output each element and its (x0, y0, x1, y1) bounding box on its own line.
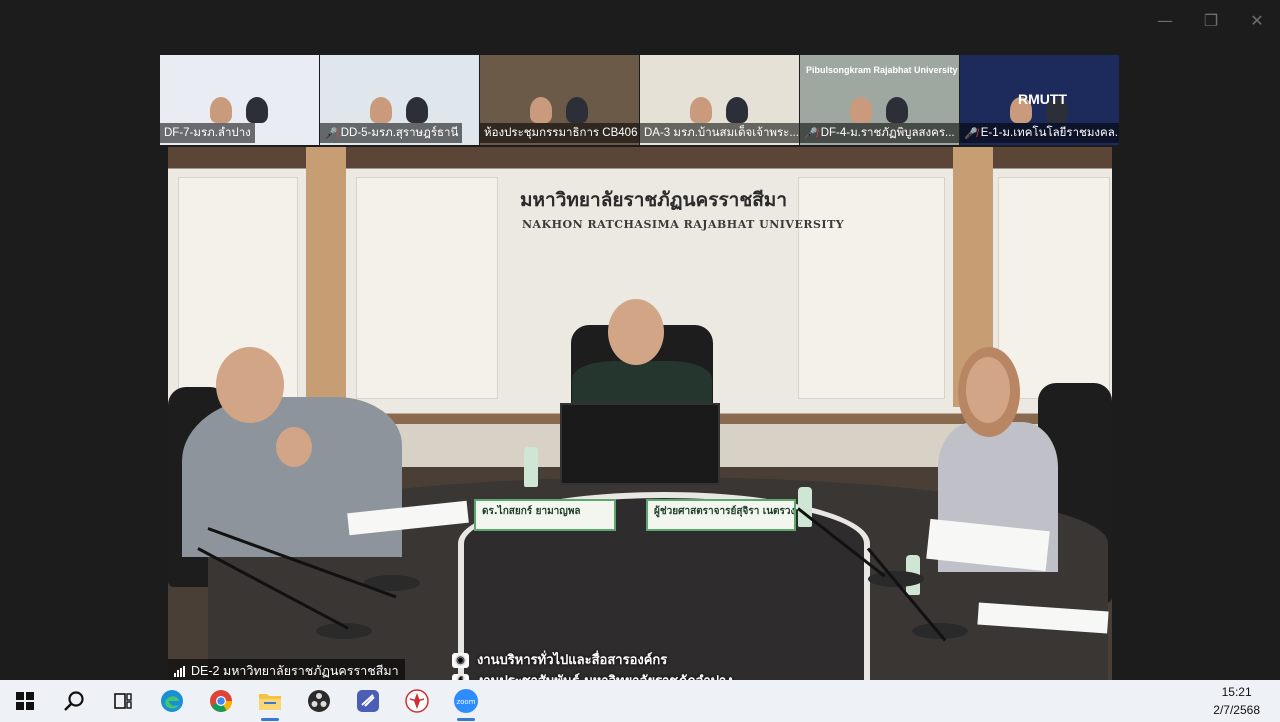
participant-thumbnail[interactable]: Pibulsongkram Rajabhat University 🎤̸ DF-4-… (800, 55, 960, 145)
participant-thumbnail[interactable]: 🎤̸ DD-5-มรภ.สุราษฎร์ธานี (320, 55, 480, 145)
muted-mic-icon: 🎤̸ (804, 127, 818, 140)
university-sign-english: NAKHON RATCHASIMA RAJABHAT UNIVERSITY (522, 218, 845, 231)
thumbnail-figure (566, 97, 588, 123)
thumbnail-figure (850, 97, 872, 123)
thumbnail-figure (530, 97, 552, 123)
clock-date: 2/7/2568 (1213, 703, 1260, 717)
edge-icon[interactable] (147, 680, 196, 722)
thumbnail-figure (726, 97, 748, 123)
participant-gallery: DF-7-มรภ.ลำปาง 🎤̸ DD-5-มรภ.สุราษฎร์ธานี ห้อ… (160, 55, 1120, 145)
app-icon[interactable] (343, 680, 392, 722)
participant-name-label: ห้องประชุมกรรมาธิการ CB406 (480, 123, 639, 143)
participant-name-text: DD-5-มรภ.สุราษฎร์ธานี (340, 127, 459, 139)
university-sign-thai: มหาวิทยาลัยราชภัฏนครราชสีมา (520, 189, 788, 211)
thumbnail-figure (886, 97, 908, 123)
participant-name-text: ห้องประชุมกรรมาธิการ CB406 (484, 127, 638, 139)
participant-thumbnail[interactable]: ห้องประชุมกรรมาธิการ CB406 (480, 55, 640, 145)
participant-name-label: 🎤̸ DF-4-ม.ราชภัฏพิบูลสงคร... (800, 123, 959, 143)
participant-name-text: DA-3 มรภ.บ้านสมเด็จเจ้าพระ... (644, 127, 799, 139)
search-icon[interactable] (49, 680, 98, 722)
participant-name-label: DF-7-มรภ.ลำปาง (160, 123, 255, 143)
emblem-app-icon[interactable] (392, 680, 441, 722)
credit-line-1: งานบริหารทั่วไปและสื่อสารองค์กร (477, 653, 668, 668)
active-speaker-video[interactable]: มหาวิทยาลัยราชภัฏนครราชสีมา NAKHON RATCH… (168, 147, 1112, 680)
participant-name-label: 🎤̸ E-1-ม.เทคโนโลยีราชมงคล... (960, 123, 1120, 143)
window-controls: — ❐ ✕ (1142, 8, 1280, 32)
thumbnail-caption: RMUTT (1018, 91, 1067, 107)
nameplate-left: ดร.ไกสยกร์ ยามาญพล (474, 499, 616, 531)
signal-strength-icon (174, 665, 185, 677)
muted-mic-icon: 🎤̸ (964, 127, 978, 140)
water-bottle (798, 487, 812, 527)
file-explorer-icon[interactable] (245, 680, 294, 722)
obs-icon[interactable] (294, 680, 343, 722)
windows-start-icon[interactable] (0, 680, 49, 722)
thumbnail-figure (370, 97, 392, 123)
speaker-name-text: DE-2 มหาวิทยาลัยราชภัฏนครราชสีมา (191, 664, 399, 678)
clock-time: 15:21 (1221, 685, 1252, 699)
water-bottle (524, 447, 538, 487)
participant-thumbnail[interactable]: DF-7-มรภ.ลำปาง (160, 55, 320, 145)
participant-name-label: DA-3 มรภ.บ้านสมเด็จเจ้าพระ... (640, 123, 799, 143)
participant-name-text: DF-7-มรภ.ลำปาง (164, 127, 251, 139)
close-button[interactable]: ✕ (1234, 8, 1280, 32)
monitor (560, 403, 720, 485)
camera-icon: ◉ (452, 653, 469, 668)
restore-button[interactable]: ❐ (1188, 8, 1234, 32)
participant-name-text: E-1-ม.เทคโนโลยีราชมงคล... (980, 127, 1120, 139)
muted-mic-icon: 🎤̸ (324, 127, 338, 140)
zoom-icon[interactable]: zoom (441, 680, 490, 722)
minimize-button[interactable]: — (1142, 8, 1188, 32)
svg-text:zoom: zoom (456, 698, 475, 706)
task-view-icon[interactable] (98, 680, 147, 722)
thumbnail-figure (690, 97, 712, 123)
thumbnail-figure (406, 97, 428, 123)
taskbar: zoom (0, 680, 1280, 722)
participant-thumbnail[interactable]: RMUTT 🎤̸ E-1-ม.เทคโนโลยีราชมงคล... (960, 55, 1120, 145)
thumbnail-figure (210, 97, 232, 123)
participant-name-label: 🎤̸ DD-5-มรภ.สุราษฎร์ธานี (320, 123, 463, 143)
participant-name-text: DF-4-ม.ราชภัฏพิบูลสงคร... (820, 127, 955, 139)
nameplate-right: ผู้ช่วยศาสตราจารย์สุจิรา เนตรวง (646, 499, 796, 531)
participant-thumbnail[interactable]: DA-3 มรภ.บ้านสมเด็จเจ้าพระ... (640, 55, 800, 145)
thumbnail-figure (246, 97, 268, 123)
thumbnail-caption: Pibulsongkram Rajabhat University (806, 65, 958, 75)
chrome-icon[interactable] (196, 680, 245, 722)
system-clock[interactable]: 15:21 2/7/2568 (1213, 683, 1260, 719)
